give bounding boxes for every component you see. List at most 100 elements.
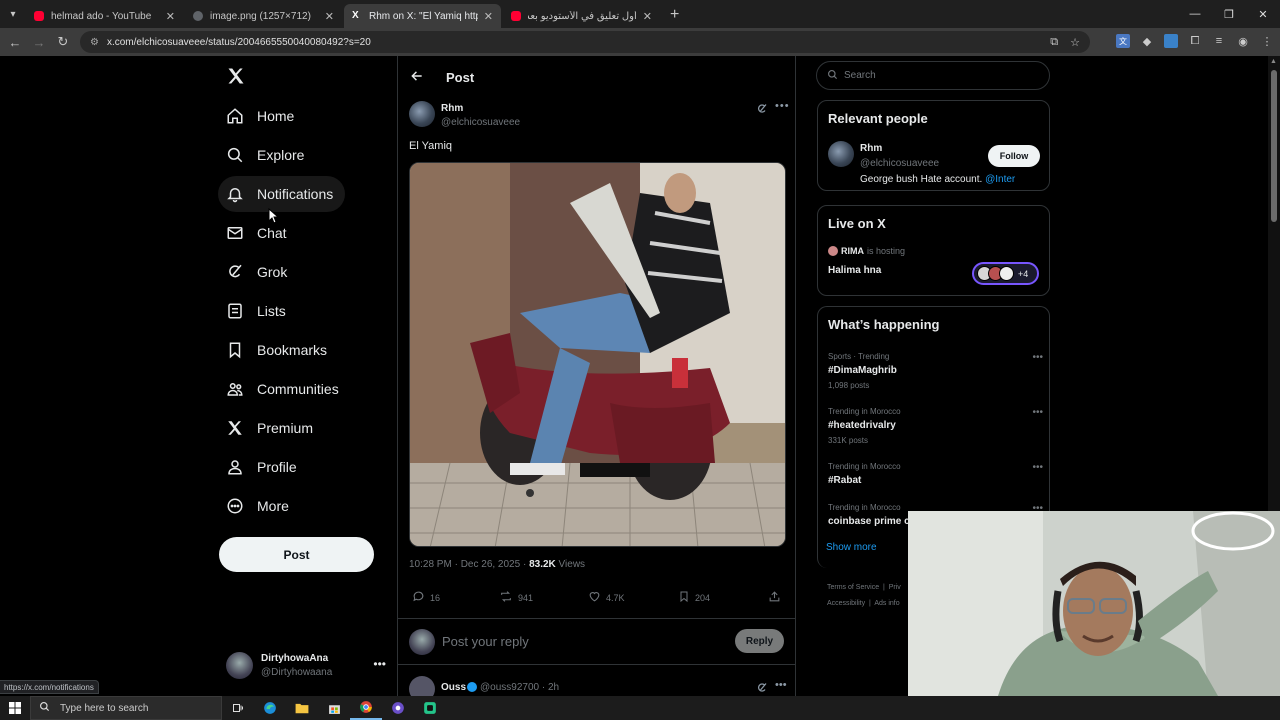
close-icon[interactable]: ✕ [484, 10, 493, 23]
live-host[interactable]: RIMA is hosting [828, 246, 905, 256]
reply-author-name[interactable]: Ouss [441, 682, 466, 693]
tab-search-button[interactable]: ▾ [0, 0, 26, 28]
more-icon[interactable]: ••• [1032, 462, 1043, 473]
tweet-author-handle[interactable]: @elchicosuaveee [441, 117, 520, 128]
tweet-author-name[interactable]: Rhm [441, 103, 463, 114]
browser-tab-active[interactable]: X Rhm on X: "El Yamiq https://t.co ✕ [344, 4, 501, 28]
live-on-x-card: Live on X RIMA is hosting Halima hna +4 [817, 205, 1050, 296]
account-switcher[interactable]: DirtyhowaAna @Dirtyhowaana ••• [226, 647, 386, 683]
show-more-link[interactable]: Show more [826, 542, 877, 553]
close-icon[interactable]: ✕ [643, 10, 652, 23]
reply-input[interactable]: Post your reply [442, 634, 529, 649]
tweet-image[interactable] [409, 162, 786, 547]
address-bar[interactable]: ⚙ x.com/elchicosuaveee/status/2004665550… [80, 31, 1090, 53]
trend-item[interactable]: Sports · Trending #DimaMaghrib 1,098 pos… [828, 352, 1043, 390]
sidebar-item-label: Profile [257, 459, 297, 475]
extension-diamond-icon[interactable]: ◆ [1140, 34, 1154, 48]
reply-action[interactable]: 16 [412, 590, 440, 605]
relevant-person-handle[interactable]: @elchicosuaveee [860, 158, 939, 169]
more-icon[interactable]: ••• [1032, 352, 1043, 363]
search-input[interactable] [844, 70, 1034, 81]
sidebar-item-grok[interactable]: Grok [218, 254, 299, 290]
translate-icon[interactable]: 文 [1116, 34, 1130, 48]
store-icon[interactable] [318, 696, 350, 720]
browser-tab[interactable]: image.png (1257×712) ✕ [185, 4, 342, 28]
scroll-up-icon[interactable]: ▲ [1270, 58, 1277, 65]
grok-icon[interactable] [756, 102, 768, 120]
obs-icon[interactable] [382, 696, 414, 720]
sidebar-item-home[interactable]: Home [218, 98, 306, 134]
reply-tweet[interactable]: Ouss @ouss92700 · 2h ••• [398, 668, 796, 696]
list-icon [226, 302, 244, 320]
bio-link[interactable]: @Inter [985, 174, 1015, 185]
media-controls-icon[interactable]: ≡ [1212, 34, 1226, 48]
bookmark-star-icon[interactable]: ☆ [1070, 36, 1080, 49]
restore-icon[interactable]: ❐ [1212, 0, 1246, 28]
close-icon[interactable]: ✕ [325, 10, 334, 23]
more-icon[interactable]: ••• [373, 657, 386, 671]
app-green-icon[interactable] [414, 696, 446, 720]
avatar[interactable] [409, 676, 435, 696]
relevant-person-name[interactable]: Rhm [860, 143, 882, 154]
post-button[interactable]: Post [219, 537, 374, 572]
space-title[interactable]: Halima hna [828, 265, 881, 276]
avatar[interactable] [409, 101, 435, 127]
avatar[interactable] [828, 141, 854, 167]
terms-link[interactable]: Terms of Service [827, 584, 879, 591]
close-icon[interactable]: ✕ [166, 10, 175, 23]
windows-start-icon[interactable] [0, 696, 30, 720]
live-listeners-pill[interactable]: +4 [972, 262, 1039, 285]
trend-item[interactable]: Trending in Morocco #Rabat ••• [828, 462, 1043, 486]
sidebar-item-premium[interactable]: Premium [218, 410, 325, 446]
more-icon[interactable]: ••• [1032, 407, 1043, 418]
bookmark-icon [226, 341, 244, 359]
sidebar-item-explore[interactable]: Explore [218, 137, 316, 173]
ads-info-link[interactable]: Ads info [874, 600, 899, 607]
reply-button[interactable]: Reply [735, 629, 784, 653]
install-app-icon[interactable]: ⧉ [1050, 36, 1058, 49]
extensions-puzzle-icon[interactable]: ⧠ [1188, 34, 1202, 48]
file-explorer-icon[interactable] [286, 696, 318, 720]
status-url: https://x.com/notifications [0, 680, 99, 694]
browser-tab[interactable]: helmad ado - YouTube ✕ [26, 4, 183, 28]
profile-icon[interactable]: ◉ [1236, 34, 1250, 48]
follow-button[interactable]: Follow [988, 145, 1040, 167]
back-icon[interactable]: ← [3, 35, 27, 50]
reload-icon[interactable]: ↻ [51, 34, 75, 50]
card-title: What’s happening [828, 317, 940, 332]
back-arrow-icon[interactable] [410, 69, 426, 85]
more-icon[interactable]: ••• [775, 679, 787, 691]
grok-icon[interactable] [756, 681, 768, 696]
sidebar-item-profile[interactable]: Profile [218, 449, 309, 485]
browser-tab[interactable]: أول تعليق في الأستوديو بعد تعادل ✕ [503, 4, 660, 28]
browser-menu-icon[interactable]: ⋮ [1260, 34, 1274, 48]
bookmark-action[interactable]: 204 [678, 590, 710, 605]
more-icon[interactable]: ••• [775, 100, 790, 112]
share-action[interactable] [768, 590, 786, 605]
edge-icon[interactable] [254, 696, 286, 720]
sidebar-item-notifications[interactable]: Notifications [218, 176, 346, 212]
task-view-icon[interactable] [222, 696, 254, 720]
like-action[interactable]: 4.7K [588, 590, 625, 605]
taskbar-search[interactable]: Type here to search [30, 696, 222, 720]
sidebar-item-more[interactable]: More [218, 488, 301, 524]
x-logo-icon[interactable] [226, 66, 246, 92]
new-tab-button[interactable]: + [670, 4, 679, 28]
sidebar-item-lists[interactable]: Lists [218, 293, 298, 329]
sidebar-item-chat[interactable]: Chat [218, 215, 299, 251]
sidebar-item-bookmarks[interactable]: Bookmarks [218, 332, 339, 368]
trend-item[interactable]: Trending in Morocco #heatedrivalry 331K … [828, 407, 1043, 445]
forward-icon[interactable]: → [27, 35, 51, 50]
tweet-timestamp[interactable]: 10:28 PM · Dec 26, 2025 · [409, 559, 529, 570]
repost-action[interactable]: 941 [499, 590, 533, 605]
scrollbar-thumb[interactable] [1271, 70, 1277, 222]
privacy-link[interactable]: Priv [889, 584, 901, 591]
search-box[interactable] [816, 61, 1050, 90]
chrome-icon[interactable] [350, 696, 382, 720]
site-settings-icon[interactable]: ⚙ [90, 37, 99, 48]
sidebar-item-communities[interactable]: Communities [218, 371, 351, 407]
minimize-icon[interactable]: — [1178, 0, 1212, 28]
close-window-icon[interactable]: ✕ [1246, 0, 1280, 28]
extension-blue-icon[interactable] [1164, 34, 1178, 48]
accessibility-link[interactable]: Accessibility [827, 600, 865, 607]
